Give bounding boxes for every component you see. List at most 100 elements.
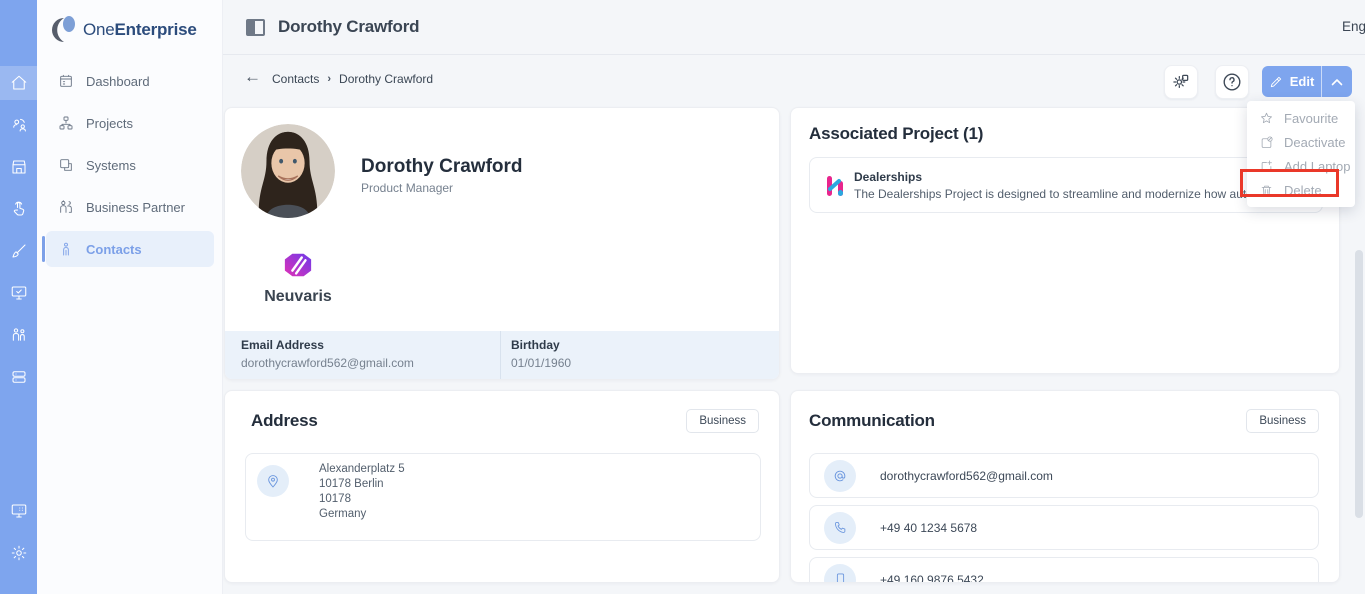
at-sign-icon [824,459,856,492]
sidebar-icon-rail [0,0,37,594]
gear-icon [11,545,26,561]
sidebar-collapse-icon[interactable] [246,19,265,36]
rail-team-icon[interactable] [0,110,37,140]
phone-icon [824,511,856,544]
hand-click-icon [13,201,24,216]
trash-icon [1261,185,1272,196]
edit-button-label: Edit [1289,74,1315,89]
menu-item-label: Delete [1284,182,1322,198]
mobile-icon [824,563,856,582]
contact-role: Product Manager [361,181,454,195]
breadcrumb: Contacts › Dorothy Crawford [272,72,433,86]
star-icon [1261,112,1272,123]
back-arrow-icon[interactable]: ← [244,67,261,87]
one-enterprise-logo-icon [52,16,75,42]
birthday-column: Birthday 01/01/1960 [501,331,571,379]
menu-item-label: Add Laptop [1284,158,1351,174]
menu-item-label: Deactivate [1284,134,1346,150]
business-partner-icon [60,200,72,213]
home-icon [11,75,26,90]
sidebar-item-label: Contacts [86,241,142,257]
address-country: Germany [319,508,367,520]
app-logo[interactable]: OneEnterprise [51,14,197,46]
vertical-scrollbar-thumb[interactable] [1355,250,1363,518]
company-block[interactable]: Neuvaris [243,250,353,306]
chevron-up-icon [1331,78,1343,85]
rail-people-icon[interactable] [0,320,37,350]
sidebar-item-business-partner[interactable]: Business Partner [46,189,214,225]
contact-card: Dorothy Crawford Product Manager Neuvari… [224,107,780,380]
sidebar-item-contacts[interactable]: Contacts [46,231,214,267]
project-list-item[interactable]: Dealerships The Dealerships Project is d… [809,157,1323,213]
birthday-label: Birthday [511,338,560,352]
storefront-icon [11,160,26,174]
rail-settings-icon[interactable] [0,538,37,568]
projects-icon [59,116,73,130]
admin-settings-button[interactable] [1164,65,1198,99]
sidebar-item-systems[interactable]: Systems [46,147,214,183]
project-name: Dealerships [854,170,923,184]
neuvaris-logo-icon [284,253,312,277]
gear-square-icon [1173,74,1189,89]
rail-server-icon[interactable] [0,362,37,392]
sidebar-item-label: Projects [86,115,133,131]
menu-item-add-laptop[interactable]: Add Laptop [1247,154,1355,178]
rail-home-icon[interactable] [0,66,37,100]
breadcrumb-current: Dorothy Crawford [339,72,434,86]
email-column: Email Address dorothycrawford562@gmail.c… [225,331,501,379]
systems-icon [60,159,72,171]
rail-remote-desktop-icon[interactable] [0,496,37,526]
communication-phone-row[interactable]: +49 40 1234 5678 [809,505,1319,550]
rail-monitor-check-icon[interactable] [0,278,37,308]
breadcrumb-row: ← Contacts › Dorothy Crawford Edit [222,56,1365,107]
birthday-value: 01/01/1960 [511,356,572,370]
edit-menu-toggle[interactable] [1322,66,1352,97]
sidebar-item-label: Dashboard [86,73,150,89]
contact-name: Dorothy Crawford [361,156,523,177]
address-zip: 10178 [319,493,351,505]
monitor-dots-icon [11,504,26,518]
menu-item-delete[interactable]: Delete [1247,178,1355,202]
rail-store-icon[interactable] [0,152,37,182]
add-laptop-icon [1260,159,1273,171]
rail-brush-icon[interactable] [0,236,37,266]
breadcrumb-contacts[interactable]: Contacts [272,72,319,86]
language-selector[interactable]: English [1342,19,1365,34]
sidebar-item-projects[interactable]: Projects [46,105,214,141]
business-people-icon [12,328,25,341]
monitor-check-icon [11,286,26,300]
help-button[interactable] [1215,65,1249,99]
communication-mobile-value: +49 160 9876 5432 [880,572,984,583]
sidebar-panel: OneEnterprise Dashboard Projects Systems… [37,0,222,594]
edit-button[interactable]: Edit [1262,66,1322,97]
dashboard-icon [60,74,72,87]
sidebar-item-label: Systems [86,157,136,173]
pencil-icon [1270,76,1281,87]
communication-mobile-row[interactable]: +49 160 9876 5432 [809,557,1319,583]
address-city: 10178 Berlin [319,478,384,490]
communication-title: Communication [809,411,935,430]
menu-item-favourite[interactable]: Favourite [1247,106,1355,130]
rail-click-icon[interactable] [0,194,37,224]
associated-project-title: Associated Project (1) [809,124,984,143]
communication-email-value: dorothycrawford562@gmail.com [880,468,1053,483]
question-circle-icon [1223,73,1241,91]
communication-type-badge[interactable]: Business [1246,409,1319,433]
menu-item-deactivate[interactable]: Deactivate [1247,130,1355,154]
communication-email-row[interactable]: dorothycrawford562@gmail.com [809,453,1319,498]
dealerships-logo-icon [827,176,843,196]
email-label: Email Address [241,338,324,352]
page-title: Dorothy Crawford [278,17,420,36]
address-lines: Alexanderplatz 5 10178 Berlin 10178 Germ… [319,462,405,522]
sidebar-item-dashboard[interactable]: Dashboard [46,63,214,99]
location-pin-icon [257,465,289,497]
communication-card: Communication Business dorothycrawford56… [790,390,1340,583]
active-item-indicator [42,236,45,262]
menu-item-label: Favourite [1284,110,1339,126]
server-stack-icon [11,371,26,383]
company-name: Neuvaris [264,288,332,305]
top-header: Dorothy Crawford English Dorothy Crawfor… [222,0,1365,55]
edit-dropdown-menu: Favourite Deactivate Add Laptop Delete [1247,101,1355,207]
address-entry[interactable]: Alexanderplatz 5 10178 Berlin 10178 Germ… [245,453,761,541]
address-type-badge[interactable]: Business [686,409,759,433]
